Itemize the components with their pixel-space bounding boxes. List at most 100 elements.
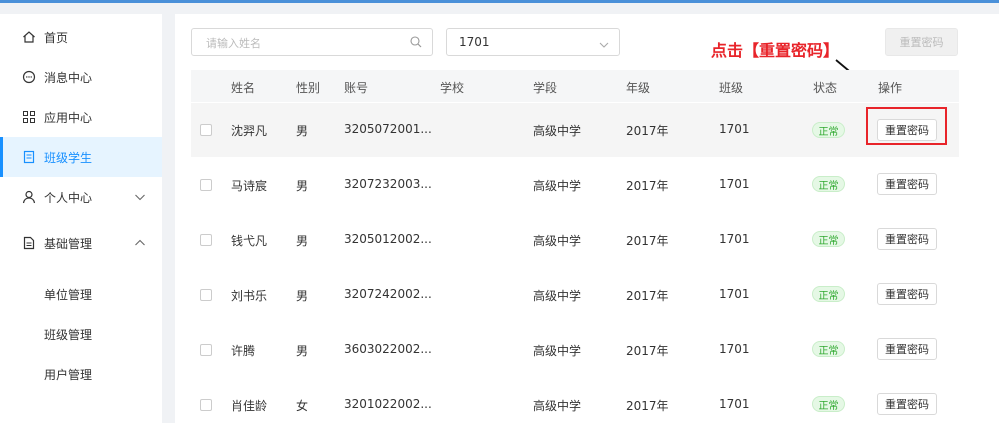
cell-account: 3603022002... bbox=[344, 342, 432, 356]
cell-class: 1701 bbox=[719, 342, 750, 356]
row-checkbox[interactable] bbox=[200, 179, 212, 191]
home-icon bbox=[22, 30, 36, 44]
status-badge: 正常 bbox=[812, 396, 845, 412]
document-icon bbox=[22, 150, 36, 164]
cell-account: 3207242002... bbox=[344, 287, 432, 301]
user-icon bbox=[22, 190, 36, 204]
table-row: 肖佳龄 女 3201022002... 高级中学 2017年 1701 正常 重… bbox=[191, 377, 959, 423]
row-checkbox[interactable] bbox=[200, 124, 212, 136]
sidebar-item-home[interactable]: 首页 bbox=[0, 17, 162, 57]
sidebar-item-class-students[interactable]: 班级学生 bbox=[0, 137, 162, 177]
column-header-school[interactable]: 学校 bbox=[440, 79, 464, 96]
class-select[interactable]: 1701 bbox=[446, 28, 620, 56]
reset-password-button[interactable]: 重置密码 bbox=[877, 338, 937, 360]
cell-gender: 男 bbox=[296, 124, 309, 138]
table-row: 刘书乐 男 3207242002... 高级中学 2017年 1701 正常 重… bbox=[191, 267, 959, 321]
cell-stage: 高级中学 bbox=[533, 124, 582, 138]
status-badge: 正常 bbox=[812, 341, 845, 357]
cell-grade: 2017年 bbox=[626, 234, 669, 248]
sidebar-item-label: 首页 bbox=[44, 30, 69, 45]
reset-password-button[interactable]: 重置密码 bbox=[877, 283, 937, 305]
sidebar-item-label: 个人中心 bbox=[44, 190, 93, 205]
status-badge: 正常 bbox=[812, 286, 845, 302]
table-row: 马诗宸 男 3207232003... 高级中学 2017年 1701 正常 重… bbox=[191, 157, 959, 211]
sidebar-subitem-label: 班级管理 bbox=[44, 328, 93, 342]
row-checkbox[interactable] bbox=[200, 289, 212, 301]
cell-name: 沈羿凡 bbox=[231, 124, 268, 138]
cell-stage: 高级中学 bbox=[533, 399, 582, 413]
sidebar-item-label: 消息中心 bbox=[44, 70, 93, 85]
status-badge: 正常 bbox=[812, 231, 845, 247]
sidebar-subitem-label: 用户管理 bbox=[44, 368, 93, 382]
table-row: 沈羿凡 男 3205072001... 高级中学 2017年 1701 正常 重… bbox=[191, 103, 959, 157]
top-accent-bar bbox=[0, 0, 999, 3]
cell-gender: 男 bbox=[296, 344, 309, 358]
cell-name: 许腾 bbox=[231, 344, 256, 358]
chevron-down-icon bbox=[599, 38, 609, 48]
cell-class: 1701 bbox=[719, 177, 750, 191]
column-header-stage[interactable]: 学段 bbox=[533, 79, 557, 96]
table-row: 许腾 男 3603022002... 高级中学 2017年 1701 正常 重置… bbox=[191, 322, 959, 376]
reset-password-button[interactable]: 重置密码 bbox=[877, 173, 937, 195]
sidebar-subitem-classes[interactable]: 班级管理 bbox=[0, 314, 162, 354]
cell-grade: 2017年 bbox=[626, 399, 669, 413]
cell-gender: 女 bbox=[296, 399, 309, 413]
annotation-text: 点击【重置密码】 bbox=[711, 41, 840, 60]
row-checkbox[interactable] bbox=[200, 344, 212, 356]
cell-grade: 2017年 bbox=[626, 124, 669, 138]
cell-name: 钱弋凡 bbox=[231, 234, 268, 248]
column-header-class[interactable]: 班级 bbox=[719, 79, 743, 96]
class-select-value: 1701 bbox=[459, 35, 490, 49]
cell-name: 刘书乐 bbox=[231, 289, 268, 303]
message-icon bbox=[22, 70, 36, 84]
cell-class: 1701 bbox=[719, 287, 750, 301]
sidebar-subitem-units[interactable]: 单位管理 bbox=[0, 274, 162, 314]
sidebar-subitem-users[interactable]: 用户管理 bbox=[0, 354, 162, 394]
cell-grade: 2017年 bbox=[626, 179, 669, 193]
cell-stage: 高级中学 bbox=[533, 344, 582, 358]
cell-account: 3205072001... bbox=[344, 122, 432, 136]
cell-gender: 男 bbox=[296, 179, 309, 193]
reset-password-button[interactable]: 重置密码 bbox=[877, 228, 937, 250]
search-box[interactable] bbox=[191, 28, 433, 56]
sidebar-item-messages[interactable]: 消息中心 bbox=[0, 57, 162, 97]
search-input[interactable] bbox=[204, 34, 398, 52]
apps-icon bbox=[22, 110, 36, 124]
cell-gender: 男 bbox=[296, 234, 309, 248]
column-header-status[interactable]: 状态 bbox=[813, 79, 837, 96]
cell-name: 马诗宸 bbox=[231, 179, 268, 193]
cell-gender: 男 bbox=[296, 289, 309, 303]
column-header-grade[interactable]: 年级 bbox=[626, 79, 650, 96]
cell-stage: 高级中学 bbox=[533, 179, 582, 193]
sidebar-item-label: 应用中心 bbox=[44, 110, 93, 125]
cell-stage: 高级中学 bbox=[533, 234, 582, 248]
file-icon bbox=[22, 236, 36, 250]
column-header-action[interactable]: 操作 bbox=[878, 79, 902, 96]
cell-class: 1701 bbox=[719, 122, 750, 136]
cell-account: 3207232003... bbox=[344, 177, 432, 191]
column-header-name[interactable]: 姓名 bbox=[231, 79, 255, 96]
cell-account: 3201022002... bbox=[344, 397, 432, 411]
row-checkbox[interactable] bbox=[200, 234, 212, 246]
chevron-up-icon bbox=[134, 237, 146, 249]
reset-password-button-disabled[interactable]: 重置密码 bbox=[885, 28, 958, 56]
cell-grade: 2017年 bbox=[626, 289, 669, 303]
table-row: 钱弋凡 男 3205012002... 高级中学 2017年 1701 正常 重… bbox=[191, 212, 959, 266]
cell-class: 1701 bbox=[719, 232, 750, 246]
row-checkbox[interactable] bbox=[200, 399, 212, 411]
column-header-account[interactable]: 账号 bbox=[344, 79, 368, 96]
cell-stage: 高级中学 bbox=[533, 289, 582, 303]
status-badge: 正常 bbox=[812, 176, 845, 192]
sidebar-item-base-management[interactable]: 基础管理 bbox=[0, 223, 162, 263]
reset-password-button[interactable]: 重置密码 bbox=[877, 393, 937, 415]
column-header-gender[interactable]: 性别 bbox=[296, 79, 320, 96]
status-badge: 正常 bbox=[812, 122, 845, 138]
cell-account: 3205012002... bbox=[344, 232, 432, 246]
search-icon[interactable] bbox=[410, 36, 422, 48]
highlight-box bbox=[866, 107, 947, 145]
sidebar-item-apps[interactable]: 应用中心 bbox=[0, 97, 162, 137]
cell-class: 1701 bbox=[719, 397, 750, 411]
sidebar-item-personal[interactable]: 个人中心 bbox=[0, 177, 162, 217]
sidebar-item-label: 班级学生 bbox=[44, 150, 93, 165]
sidebar-subitem-label: 单位管理 bbox=[44, 288, 93, 302]
